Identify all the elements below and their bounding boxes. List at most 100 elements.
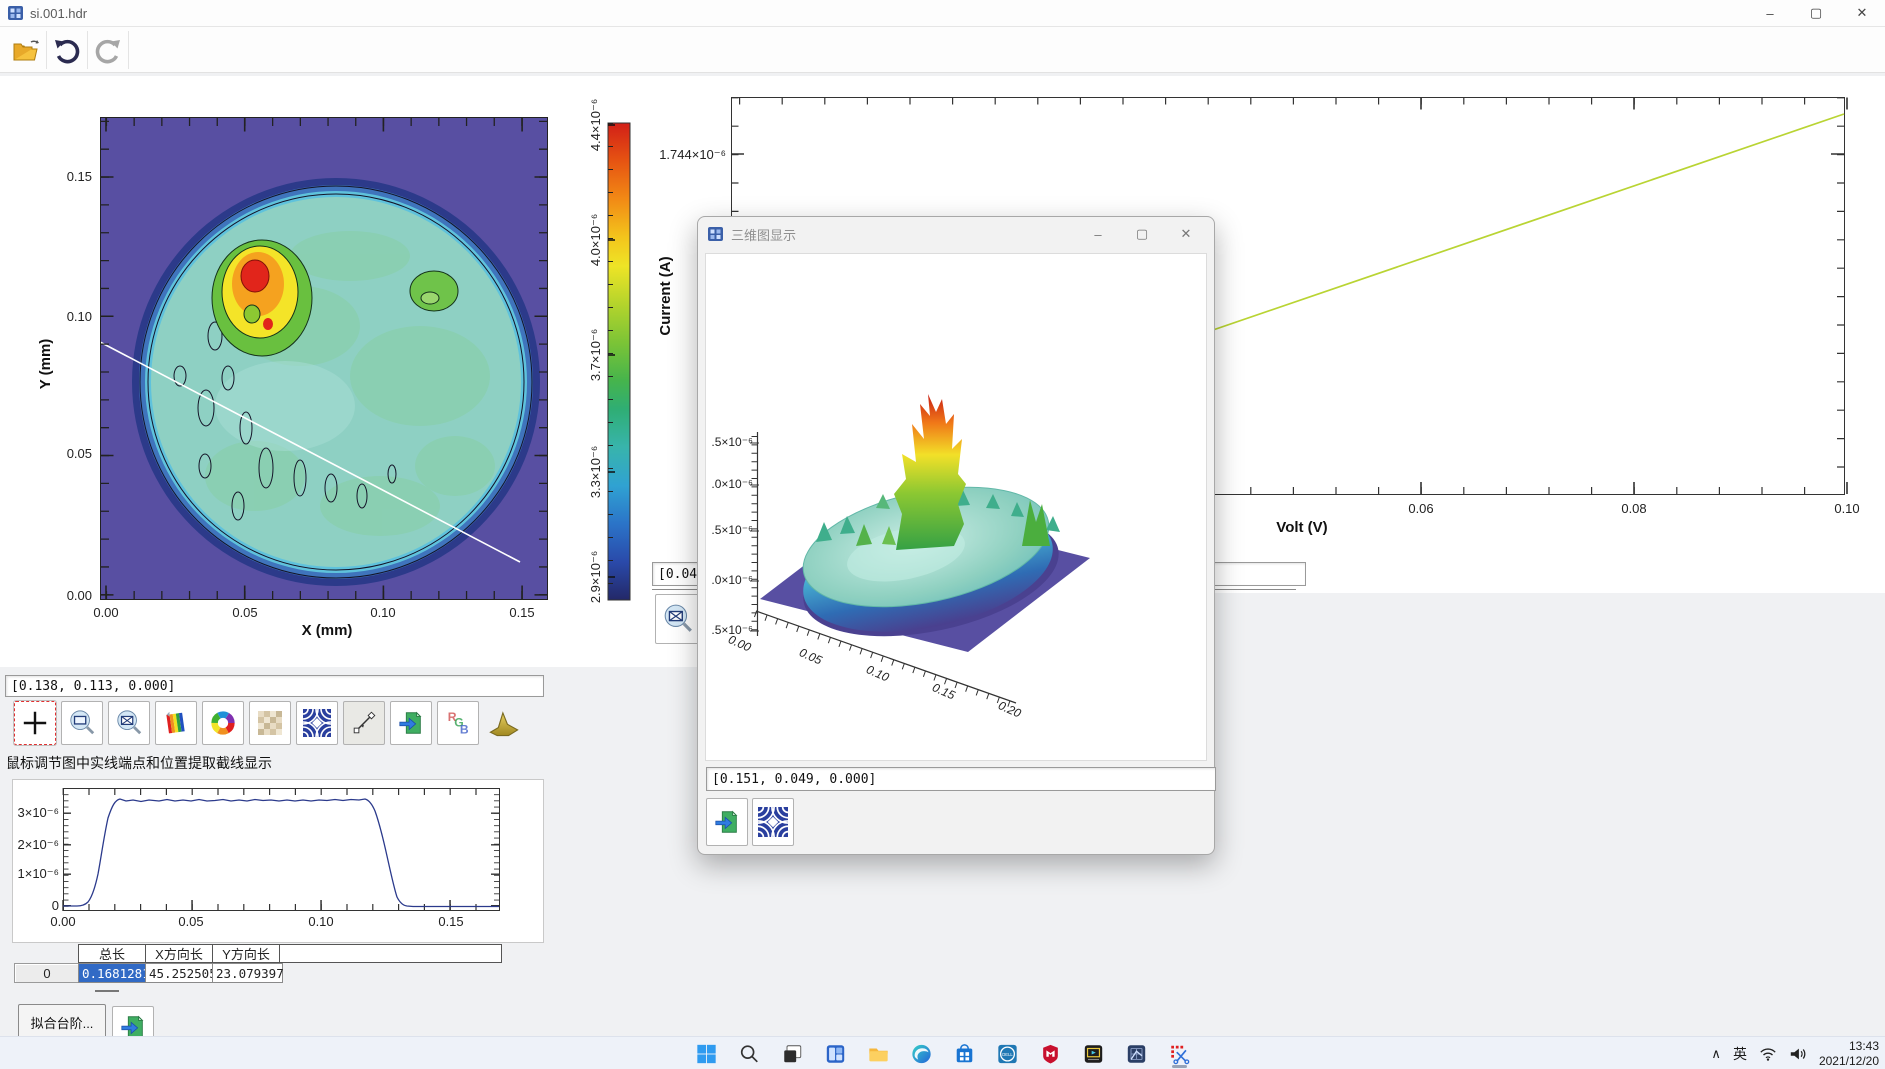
clock[interactable]: 13:43 2021/12/20 [1819, 1039, 1879, 1069]
dell-icon: DELL [996, 1043, 1018, 1065]
minimize-button[interactable]: – [1747, 0, 1793, 26]
contour-canvas[interactable] [100, 117, 548, 600]
dialog-export-button[interactable] [706, 798, 748, 846]
search-icon [738, 1043, 760, 1065]
wifi-icon[interactable] [1759, 1046, 1777, 1062]
zoom-reset-icon [115, 709, 143, 737]
svg-text:0.08: 0.08 [1621, 501, 1646, 516]
mcafee-shield-icon [1039, 1043, 1061, 1065]
profile-curve [63, 799, 499, 907]
surface-central-peak [894, 394, 966, 550]
table-cell-x-length[interactable]: 45.252505 [145, 963, 216, 983]
svg-text:.5×10⁻⁶: .5×10⁻⁶ [711, 523, 753, 537]
svg-text:0.15: 0.15 [509, 605, 534, 620]
export-image-button[interactable] [390, 701, 432, 745]
surface-3d-dialog[interactable]: 三维图显示 – ▢ ✕ [697, 216, 1215, 855]
volume-icon[interactable] [1789, 1046, 1807, 1062]
hint-text: 鼠标调节图中实线端点和位置提取截线显示 [6, 753, 272, 773]
dialog-toolbar [706, 798, 794, 846]
mcafee-button[interactable] [1030, 1038, 1070, 1069]
start-button[interactable] [686, 1038, 726, 1069]
maximize-button[interactable]: ▢ [1793, 0, 1839, 26]
edge-browser-button[interactable] [901, 1038, 941, 1069]
rgb-icon: R G B [444, 709, 472, 737]
dell-app-button[interactable]: DELL [987, 1038, 1027, 1069]
svg-text:DELL: DELL [1002, 1051, 1013, 1056]
color-scale-icon [162, 709, 190, 737]
dialog-title-bar[interactable]: 三维图显示 – ▢ ✕ [698, 217, 1214, 251]
mosaic-palette-button[interactable] [249, 701, 291, 745]
media-app-button[interactable] [1073, 1038, 1113, 1069]
undo-icon [52, 36, 82, 64]
contour-plot[interactable]: 0.15 0.10 0.05 0.00 0.00 0.05 0.10 0.15 … [0, 76, 650, 667]
fit-step-button[interactable]: 拟合台阶... [18, 1004, 106, 1040]
file-explorer-button[interactable] [858, 1038, 898, 1069]
hotspot [212, 240, 312, 356]
active-window-indicator [1172, 1065, 1187, 1068]
svg-text:0.05: 0.05 [67, 446, 92, 461]
windows-start-icon [695, 1043, 717, 1065]
rgb-channels-button[interactable]: R G B [437, 701, 479, 745]
dialog-maximize-button[interactable]: ▢ [1120, 217, 1164, 251]
crosshair-tool-button[interactable] [14, 701, 56, 745]
dialog-minimize-button[interactable]: – [1076, 217, 1120, 251]
svg-text:2×10⁻⁶: 2×10⁻⁶ [18, 837, 60, 852]
close-button[interactable]: ✕ [1839, 0, 1885, 26]
svg-text:.0×10⁻⁶: .0×10⁻⁶ [711, 477, 753, 491]
microsoft-store-button[interactable] [944, 1038, 984, 1069]
surface-3d-button[interactable] [484, 701, 524, 743]
svg-text:0: 0 [52, 898, 59, 913]
zoom-reset-icon [662, 603, 694, 635]
ime-indicator[interactable]: 英 [1733, 1044, 1747, 1064]
svg-text:0.00: 0.00 [50, 914, 75, 929]
colorbar: 4.4×10⁻⁶ 4.0×10⁻⁶ 3.7×10⁻⁶ 3.3×10⁻⁶ 2.9×… [588, 99, 630, 603]
export-icon [397, 709, 425, 737]
widgets-button[interactable] [815, 1038, 855, 1069]
secondary-spot [410, 271, 458, 311]
system-tray: ∧ 英 13:43 2021/12/20 [1711, 1037, 1879, 1069]
color-scale-button[interactable] [155, 701, 197, 745]
svg-text:.5×10⁻⁶: .5×10⁻⁶ [711, 435, 753, 449]
line-section-tool-button[interactable] [343, 701, 385, 745]
taskbar: DELL [0, 1036, 1885, 1069]
measurement-table: 总长 X方向长 Y方向长 0 0.16812819 45.252505 23.0… [14, 944, 500, 984]
table-row-header[interactable]: 0 [14, 963, 80, 983]
svg-text:.0×10⁻⁶: .0×10⁻⁶ [711, 573, 753, 587]
crosshair-icon [21, 709, 49, 737]
table-cell-total-length[interactable]: 0.16812819 [78, 963, 149, 983]
line-section-icon [350, 709, 378, 737]
search-button[interactable] [729, 1038, 769, 1069]
iv-zoom-reset-button[interactable] [655, 594, 701, 644]
contour-cursor-readout: [0.138, 0.113, 0.000] [11, 679, 175, 694]
table-header-y-length[interactable]: Y方向长 [212, 944, 280, 963]
table-resize-handle[interactable] [95, 990, 119, 992]
zoom-box-tool-button[interactable] [61, 701, 103, 745]
surface-3d-view[interactable]: .5×10⁻⁶ .0×10⁻⁶ .5×10⁻⁶ .0×10⁻⁶ .5×10⁻⁶ … [705, 253, 1207, 761]
table-cell-y-length[interactable]: 23.079397 [212, 963, 283, 983]
dialog-palette-button[interactable] [752, 798, 794, 846]
svg-text:0.15: 0.15 [67, 169, 92, 184]
zoom-reset-tool-button[interactable] [108, 701, 150, 745]
dialog-close-button[interactable]: ✕ [1164, 217, 1208, 251]
svg-text:B: B [460, 722, 469, 736]
svg-text:0.05: 0.05 [797, 645, 824, 667]
pattern-palette-button[interactable] [296, 701, 338, 745]
pattern-icon [303, 709, 331, 737]
dialog-status-bar: [0.151, 0.049, 0.000] [706, 767, 1216, 791]
svg-text:0.10: 0.10 [67, 309, 92, 324]
open-file-button[interactable] [6, 31, 47, 69]
svg-text:0.10: 0.10 [864, 662, 891, 684]
app-icon [8, 5, 24, 21]
svg-text:0.00: 0.00 [67, 588, 92, 603]
task-view-button[interactable] [772, 1038, 812, 1069]
active-app-button[interactable] [1159, 1038, 1199, 1069]
table-header-total-length[interactable]: 总长 [78, 944, 146, 963]
tray-chevron[interactable]: ∧ [1711, 1046, 1721, 1062]
table-header-x-length[interactable]: X方向长 [145, 944, 213, 963]
surface-3d-plot[interactable]: .5×10⁻⁶ .0×10⁻⁶ .5×10⁻⁶ .0×10⁻⁶ .5×10⁻⁶ … [706, 254, 1206, 760]
svg-text:0.06: 0.06 [1408, 501, 1433, 516]
redo-button[interactable] [88, 31, 129, 69]
color-wheel-button[interactable] [202, 701, 244, 745]
analysis-app-button[interactable] [1116, 1038, 1156, 1069]
undo-button[interactable] [47, 31, 88, 69]
